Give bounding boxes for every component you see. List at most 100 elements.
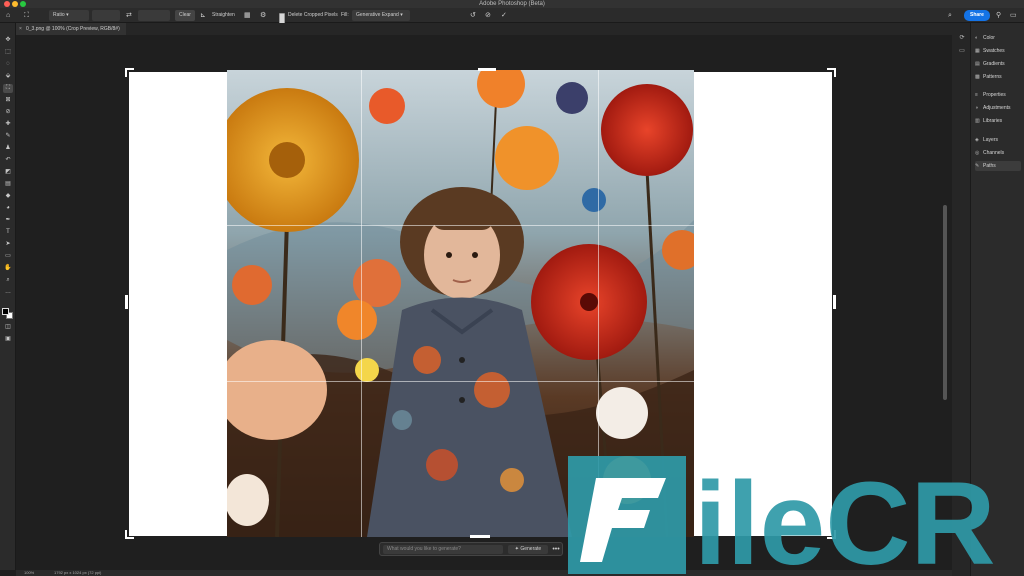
crop-handle-top-right[interactable] — [827, 68, 836, 77]
grid-line-horizontal-2 — [129, 381, 832, 382]
generate-label: Generate — [520, 546, 542, 552]
more-tools-icon[interactable]: … — [3, 288, 13, 297]
adjustments-icon: ◑ — [975, 105, 979, 111]
panel-gradients-label: Gradients — [983, 61, 1005, 67]
type-tool-icon[interactable]: T — [3, 228, 13, 237]
libraries-icon: ▥ — [975, 118, 980, 124]
crop-handle-bottom-left[interactable] — [125, 530, 134, 539]
properties-icon: ≡ — [975, 92, 978, 98]
search-help-icon[interactable]: ⚲ — [996, 10, 1001, 21]
move-tool-icon[interactable]: ✥ — [3, 36, 13, 45]
gradient-tool-icon[interactable]: ▤ — [3, 180, 13, 189]
panel-layers-label: Layers — [983, 137, 999, 143]
document-tab-bar: × 0_3.png @ 100% (Crop Preview, RGB/8#) — [16, 23, 952, 35]
overlay-grid-icon[interactable]: ▦ — [244, 10, 251, 21]
swatches-icon: ▦ — [975, 48, 980, 54]
healing-brush-tool-icon[interactable]: ✚ — [3, 120, 13, 129]
collapsed-panel-icons: ⟳ ▭ — [956, 34, 968, 60]
history-panel-icon[interactable]: ⟳ — [956, 34, 968, 47]
blur-tool-icon[interactable]: ◆ — [3, 192, 13, 201]
zoom-level[interactable]: 100% — [24, 570, 34, 576]
options-bar: ⌂ ⛶ Ratio ▾ ⇄ Clear ⊾ Straighten ▦ ⚙ Del… — [0, 8, 1024, 24]
crop-handle-left[interactable] — [125, 295, 128, 309]
clear-button[interactable]: Clear — [175, 10, 195, 21]
panel-channels[interactable]: ◎ Channels — [975, 148, 1004, 158]
crop-handle-top[interactable] — [478, 68, 496, 71]
panel-paths[interactable]: ✎ Paths — [975, 161, 1021, 171]
crop-tool-icon[interactable]: ⛶ — [3, 84, 13, 93]
panel-channels-label: Channels — [983, 150, 1005, 156]
screen-mode-icon[interactable]: ▣ — [3, 335, 13, 344]
vertical-scrollbar[interactable] — [943, 205, 947, 400]
lasso-tool-icon[interactable]: ◌ — [3, 60, 13, 69]
crop-handle-top-left[interactable] — [125, 68, 134, 77]
generative-prompt-input[interactable]: What would you like to generate? — [383, 545, 503, 554]
quick-mask-icon[interactable]: ◫ — [3, 323, 13, 332]
crop-tool-icon[interactable]: ⛶ — [24, 10, 29, 21]
height-field[interactable] — [138, 10, 170, 21]
patterns-icon: ▩ — [975, 74, 980, 80]
commit-check-icon[interactable]: ✓ — [501, 10, 507, 21]
panel-libraries-label: Libraries — [983, 118, 1003, 124]
watermark-logo: ileCR — [568, 456, 996, 576]
zoom-tool-icon[interactable]: ⌕ — [3, 276, 13, 285]
tools-panel: ✥ ⬚ ◌ ⬙ ⛶ ⊠ ⊘ ✚ ✎ ♟ ↶ ◩ ▤ ◆ ◕ ✒ T ➤ ▭ ✋ … — [0, 23, 16, 570]
document-info[interactable]: 1792 px x 1024 px (72 ppi) — [54, 570, 101, 576]
gradients-icon: ▤ — [975, 61, 980, 67]
layers-icon: ◈ — [975, 137, 979, 143]
panel-swatches[interactable]: ▦ Swatches — [975, 46, 1005, 56]
width-field[interactable] — [92, 10, 120, 21]
history-brush-tool-icon[interactable]: ↶ — [3, 156, 13, 165]
reset-icon[interactable]: ↺ — [470, 10, 476, 21]
straighten-icon[interactable]: ⊾ — [200, 10, 206, 21]
panel-gradients[interactable]: ▤ Gradients — [975, 59, 1005, 69]
panel-layers[interactable]: ◈ Layers — [975, 135, 998, 145]
color-icon: ◐ — [975, 35, 979, 41]
comments-panel-icon[interactable]: ▭ — [956, 47, 968, 60]
brush-tool-icon[interactable]: ✎ — [3, 132, 13, 141]
workspace-icon[interactable]: ▭ — [1010, 10, 1017, 21]
paths-icon: ✎ — [975, 163, 980, 169]
cancel-icon[interactable]: ⊘ — [485, 10, 491, 21]
svg-text:ileCR: ileCR — [694, 458, 996, 576]
panel-properties[interactable]: ≡ Properties — [975, 90, 1006, 100]
panel-properties-label: Properties — [983, 92, 1006, 98]
pen-tool-icon[interactable]: ✒ — [3, 216, 13, 225]
contextual-task-bar: What would you like to generate? ✦ Gener… — [379, 542, 563, 556]
ratio-label: Ratio — [53, 12, 65, 18]
panel-adjustments[interactable]: ◑ Adjustments — [975, 103, 1011, 113]
dodge-tool-icon[interactable]: ◕ — [3, 204, 13, 213]
hand-tool-icon[interactable]: ✋ — [3, 264, 13, 273]
ratio-dropdown[interactable]: Ratio ▾ — [49, 10, 89, 21]
more-options-button[interactable]: ••• — [551, 544, 561, 555]
straighten-button[interactable]: Straighten — [212, 10, 235, 21]
frame-tool-icon[interactable]: ⊠ — [3, 96, 13, 105]
panel-libraries[interactable]: ▥ Libraries — [975, 116, 1002, 126]
crop-handle-right[interactable] — [833, 295, 836, 309]
foreground-color-swatch[interactable] — [2, 308, 9, 315]
clone-stamp-tool-icon[interactable]: ♟ — [3, 144, 13, 153]
photoshop-window: Adobe Photoshop (Beta) ⌂ ⛶ Ratio ▾ ⇄ Cle… — [0, 0, 1024, 576]
crop-settings-gear-icon[interactable]: ⚙ — [260, 10, 266, 21]
crop-handle-bottom[interactable] — [470, 535, 490, 538]
fill-dropdown[interactable]: Generative Expand ▾ — [352, 10, 410, 21]
search-icon[interactable]: ⌕ — [948, 10, 952, 21]
home-icon[interactable]: ⌂ — [6, 10, 10, 21]
panel-color[interactable]: ◐ Color — [975, 33, 995, 43]
panel-patterns[interactable]: ▩ Patterns — [975, 72, 1002, 82]
channels-icon: ◎ — [975, 150, 980, 156]
document-tab[interactable]: × 0_3.png @ 100% (Crop Preview, RGB/8#) — [16, 23, 126, 35]
panel-swatches-label: Swatches — [983, 48, 1005, 54]
close-tab-icon[interactable]: × — [19, 23, 22, 35]
object-selection-tool-icon[interactable]: ⬙ — [3, 72, 13, 81]
generate-button[interactable]: ✦ Generate — [508, 545, 548, 554]
share-button[interactable]: Share — [964, 10, 990, 21]
path-selection-tool-icon[interactable]: ➤ — [3, 240, 13, 249]
eyedropper-tool-icon[interactable]: ⊘ — [3, 108, 13, 117]
swap-icon[interactable]: ⇄ — [126, 10, 132, 21]
panel-adjustments-label: Adjustments — [983, 105, 1011, 111]
grid-line-vertical-1 — [361, 70, 362, 537]
marquee-tool-icon[interactable]: ⬚ — [3, 48, 13, 57]
rectangle-tool-icon[interactable]: ▭ — [3, 252, 13, 261]
eraser-tool-icon[interactable]: ◩ — [3, 168, 13, 177]
